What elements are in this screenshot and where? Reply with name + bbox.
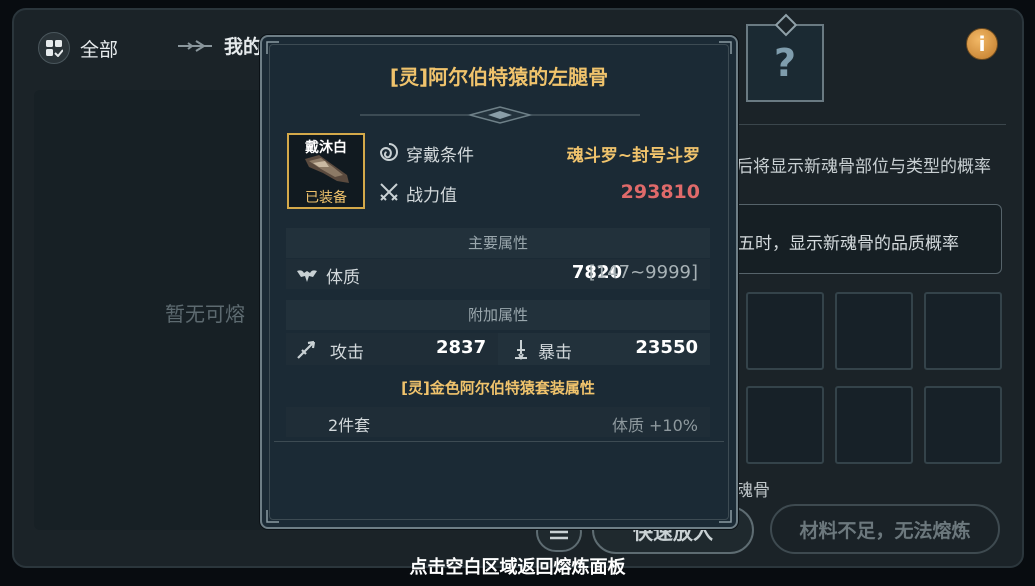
corner-ornament [719,510,732,523]
filter-mine-label: 我的 [224,36,263,58]
power-value: 293810 [620,181,700,203]
main-attr-row: 体质 7820 [147~9999] [286,259,710,289]
attack-value: 2837 [436,337,487,358]
quality-probability-text: 五时，显示新魂骨的品质概率 [738,234,959,254]
divider [736,124,1006,125]
item-tooltip[interactable]: [灵]阿尔伯特猿的左腿骨 戴沐白 已装备 穿戴条件 魂斗罗~封号斗罗 战力值 2… [260,35,738,529]
set-bonus-row: 2件套 体质 +10% [286,407,710,437]
probability-hint: 后将显示新魂骨部位与类型的概率 [736,157,991,177]
main-attr-header-text: 主要属性 [467,234,528,252]
info-glyph: i [978,32,986,56]
smelt-button[interactable]: 材料不足，无法熔炼 [770,504,1000,554]
sword-crit-icon [515,340,527,360]
question-mark: ? [773,41,797,85]
filter-mine-tab[interactable]: 我的 [176,32,262,59]
attack-label: 攻击 [330,343,364,363]
corner-ornament [266,41,279,54]
result-slot[interactable]: ? [746,13,824,102]
extra-attr-row: 攻击 2837 暴击 23550 [286,333,710,365]
swirl-icon [379,143,398,161]
info-icon[interactable]: i [966,28,998,60]
tooltip-separator [274,441,724,442]
set-header-text: [灵]金色阿尔伯特猿套装属性 [401,379,595,397]
set-count: 2件套 [328,416,371,435]
equipped-status: 已装备 [305,190,347,206]
spear-icon [297,340,316,359]
crit-value: 23550 [635,337,698,358]
material-slot[interactable] [746,386,824,464]
main-attr-range: [147~9999] [588,262,698,283]
requirement-row: 穿戴条件 魂斗罗~封号斗罗 [378,139,700,166]
main-attr-label: 体质 [326,268,360,288]
crossed-swords-icon [380,183,398,201]
power-label: 战力值 [406,186,457,206]
material-slot[interactable] [835,292,913,370]
item-icon-frame[interactable]: 戴沐白 已装备 [287,133,365,209]
extra-attr-header: 附加属性 [286,300,710,330]
empty-list-text: 暂无可熔 [165,302,245,326]
filter-all-tab[interactable]: 全部 [38,32,118,64]
main-attr-header: 主要属性 [286,228,710,258]
arrow-icon [178,39,212,52]
material-slot[interactable] [924,386,1002,464]
requirement-value: 魂斗罗~封号斗罗 [566,146,700,166]
material-slot[interactable] [746,292,824,370]
material-slot[interactable] [835,386,913,464]
corner-ornament [266,510,279,523]
bottom-hint: 点击空白区域返回熔炼面板 [409,557,626,578]
requirement-label: 穿戴条件 [406,146,474,166]
soul-bone-label: 魂骨 [736,481,770,501]
muscle-icon [297,270,317,282]
set-header: [灵]金色阿尔伯特猿套装属性 [286,373,710,403]
corner-ornament [719,41,732,54]
filter-all-label: 全部 [80,38,119,61]
material-slot[interactable] [924,292,1002,370]
grid-icon [38,32,70,64]
power-row: 战力值 293810 [378,179,700,206]
leg-bone-icon [305,155,349,183]
title-divider-ornament [360,106,640,124]
extra-attr-header-text: 附加属性 [467,306,528,324]
crit-cell: 暴击 23550 [498,333,710,365]
item-title: [灵]阿尔伯特猿的左腿骨 [389,65,609,89]
crit-label: 暴击 [538,343,572,363]
set-effect: 体质 +10% [611,416,698,435]
